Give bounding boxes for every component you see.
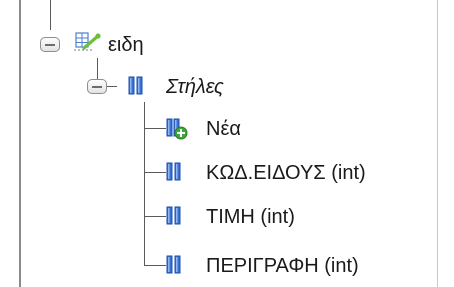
columns-node-label: Στήλες xyxy=(166,76,224,98)
column-label: ΤΙΜΗ (int) xyxy=(206,206,295,228)
column-icon xyxy=(166,162,181,181)
new-column-icon xyxy=(166,118,188,140)
tree-line xyxy=(50,0,51,30)
collapse-toggle-table[interactable] xyxy=(40,37,60,52)
table-node-label: ειδη xyxy=(108,34,144,56)
column-label: ΠΕΡΙΓΡΑΦΗ (int) xyxy=(206,255,359,277)
column-label: ΚΩΔ.ΕΙΔΟΥΣ (int) xyxy=(206,162,366,184)
new-column-label: Νέα xyxy=(206,118,241,140)
column-icon xyxy=(166,255,181,274)
tree-line xyxy=(144,102,145,265)
panel-left-border xyxy=(19,0,21,287)
table-link-icon xyxy=(74,32,101,51)
schema-tree-panel: ειδη Στήλες Νέα ΚΩΔ.ΕΙΔΟΥΣ (int) ΤΙΜΗ (i… xyxy=(0,0,454,287)
minus-icon xyxy=(45,44,55,46)
minus-icon xyxy=(92,86,102,88)
collapse-toggle-columns[interactable] xyxy=(87,79,107,94)
column-icon xyxy=(166,206,181,225)
columns-icon xyxy=(128,76,143,95)
panel-right-border xyxy=(437,0,438,287)
